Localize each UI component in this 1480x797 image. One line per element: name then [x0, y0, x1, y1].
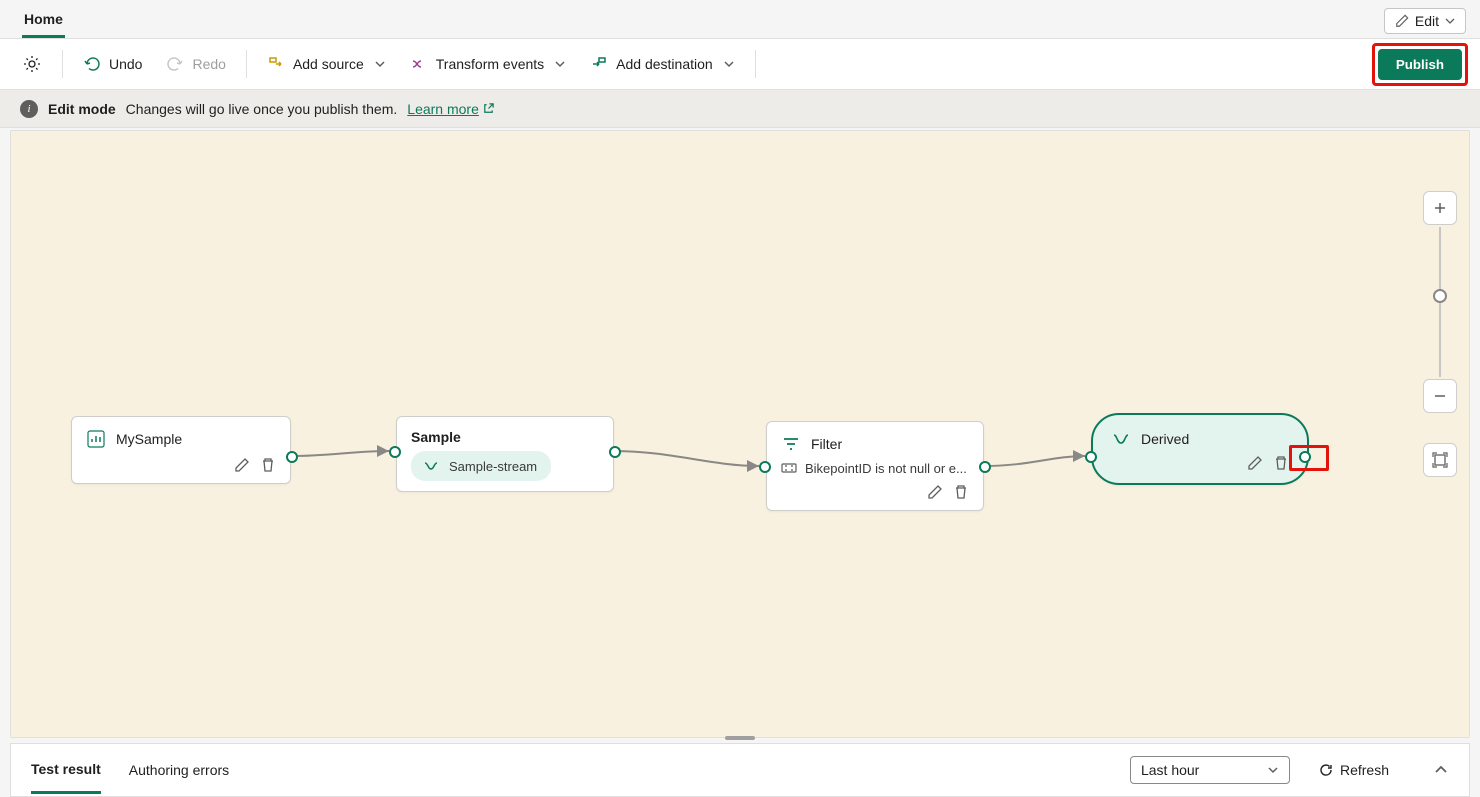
- edit-dropdown[interactable]: Edit: [1384, 8, 1466, 34]
- refresh-label: Refresh: [1340, 762, 1389, 778]
- input-port[interactable]: [1085, 451, 1097, 463]
- zoom-in-button[interactable]: [1423, 191, 1457, 225]
- divider: [246, 50, 247, 78]
- chevron-down-icon: [554, 60, 566, 68]
- toolbar: Undo Redo Add source Transform events Ad…: [0, 38, 1480, 90]
- chevron-down-icon: [1445, 18, 1455, 24]
- canvas-container: MySample Sample Sample-stream: [10, 130, 1470, 738]
- publish-highlight: Publish: [1372, 43, 1468, 86]
- delete-icon[interactable]: [953, 484, 969, 500]
- node-filter[interactable]: Filter BikepointID is not null or e...: [766, 421, 984, 511]
- learn-more-link[interactable]: Learn more: [407, 101, 495, 117]
- stream-icon: [421, 456, 441, 476]
- redo-button: Redo: [156, 49, 235, 79]
- node-title: Sample: [411, 429, 461, 445]
- design-canvas[interactable]: MySample Sample Sample-stream: [11, 131, 1469, 737]
- transform-icon: [410, 55, 428, 73]
- refresh-icon: [1318, 762, 1334, 778]
- chevron-down-icon: [1267, 766, 1279, 774]
- bar-chart-icon: [86, 429, 106, 449]
- output-port[interactable]: [979, 461, 991, 473]
- tab-authoring-errors[interactable]: Authoring errors: [129, 748, 229, 792]
- undo-button[interactable]: Undo: [73, 49, 152, 79]
- edit-icon[interactable]: [234, 457, 250, 473]
- transform-events-button[interactable]: Transform events: [400, 49, 576, 79]
- info-message: Changes will go live once you publish th…: [126, 101, 398, 117]
- source-icon: [267, 55, 285, 73]
- undo-icon: [83, 55, 101, 73]
- output-port-highlight: [1289, 445, 1329, 471]
- redo-label: Redo: [192, 56, 225, 72]
- gear-icon: [22, 54, 42, 74]
- node-mysample[interactable]: MySample: [71, 416, 291, 484]
- info-bar: i Edit mode Changes will go live once yo…: [0, 90, 1480, 128]
- fit-to-screen-button[interactable]: [1423, 443, 1457, 477]
- formula-icon: [781, 460, 797, 476]
- input-port[interactable]: [759, 461, 771, 473]
- tab-home[interactable]: Home: [22, 3, 65, 38]
- settings-button[interactable]: [12, 48, 52, 80]
- time-range-select[interactable]: Last hour: [1130, 756, 1290, 784]
- info-icon: i: [20, 100, 38, 118]
- add-source-label: Add source: [293, 56, 364, 72]
- zoom-out-button[interactable]: [1423, 379, 1457, 413]
- edit-mode-label: Edit mode: [48, 101, 116, 117]
- node-title: MySample: [116, 431, 182, 447]
- panel-resize-handle[interactable]: [725, 736, 755, 740]
- edit-icon[interactable]: [927, 484, 943, 500]
- undo-label: Undo: [109, 56, 142, 72]
- publish-button[interactable]: Publish: [1378, 49, 1462, 80]
- delete-icon[interactable]: [260, 457, 276, 473]
- zoom-thumb[interactable]: [1433, 289, 1447, 303]
- tab-test-result[interactable]: Test result: [31, 747, 101, 794]
- transform-label: Transform events: [436, 56, 544, 72]
- zoom-controls: [1423, 191, 1457, 477]
- node-title: Derived: [1141, 431, 1189, 447]
- external-link-icon: [482, 102, 495, 115]
- delete-icon[interactable]: [1273, 455, 1289, 471]
- edit-label: Edit: [1415, 13, 1439, 29]
- add-destination-label: Add destination: [616, 56, 713, 72]
- input-port[interactable]: [389, 446, 401, 458]
- add-destination-button[interactable]: Add destination: [580, 49, 745, 79]
- node-sample[interactable]: Sample Sample-stream: [396, 416, 614, 492]
- time-range-value: Last hour: [1141, 762, 1199, 778]
- bottom-panel: Test result Authoring errors Last hour R…: [10, 743, 1470, 797]
- node-title: Filter: [811, 436, 842, 452]
- edit-icon[interactable]: [1247, 455, 1263, 471]
- filter-icon: [781, 434, 801, 454]
- add-source-button[interactable]: Add source: [257, 49, 396, 79]
- refresh-button[interactable]: Refresh: [1318, 762, 1389, 778]
- chevron-down-icon: [374, 60, 386, 68]
- divider: [62, 50, 63, 78]
- stream-icon: [1111, 429, 1131, 449]
- chevron-down-icon: [723, 60, 735, 68]
- pencil-icon: [1395, 14, 1409, 28]
- redo-icon: [166, 55, 184, 73]
- stream-label: Sample-stream: [449, 459, 537, 474]
- tab-bar: Home Edit: [0, 0, 1480, 38]
- output-port[interactable]: [609, 446, 621, 458]
- expand-panel-button[interactable]: [1433, 765, 1449, 775]
- destination-icon: [590, 55, 608, 73]
- filter-expression: BikepointID is not null or e...: [805, 461, 967, 476]
- divider: [755, 50, 756, 78]
- node-derived[interactable]: Derived: [1091, 413, 1309, 485]
- output-port[interactable]: [286, 451, 298, 463]
- zoom-slider[interactable]: [1439, 227, 1441, 377]
- stream-chip[interactable]: Sample-stream: [411, 451, 551, 481]
